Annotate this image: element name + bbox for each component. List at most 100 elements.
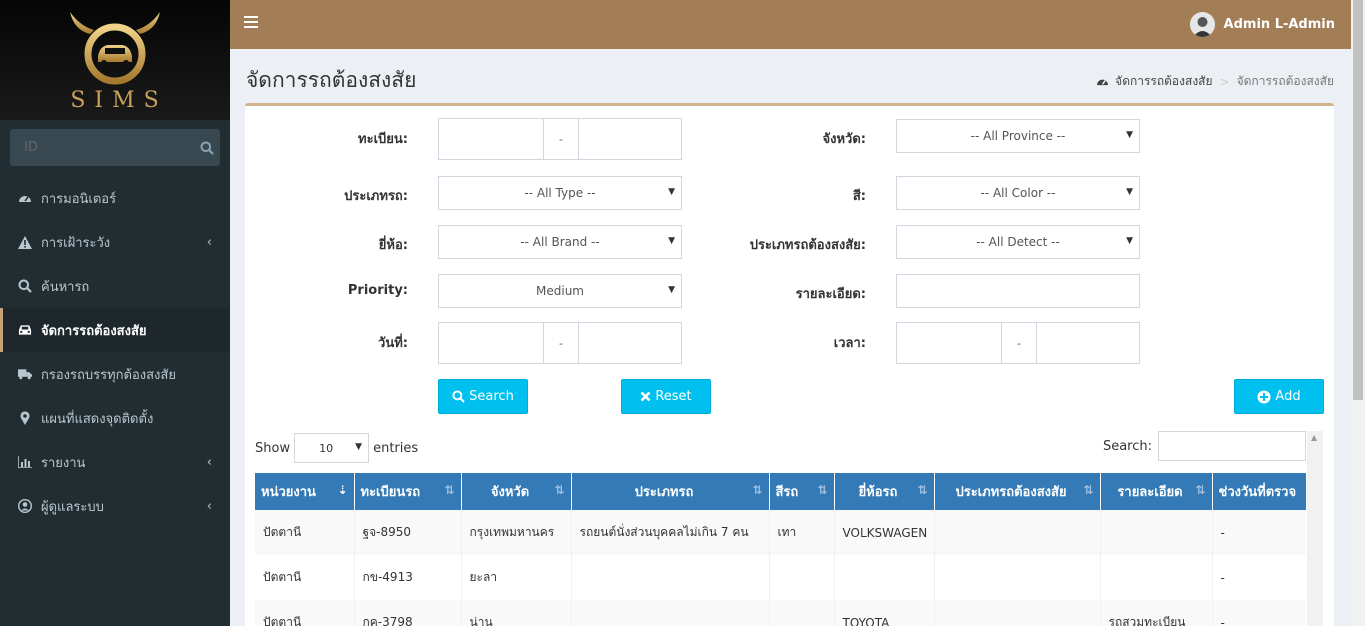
column-header[interactable]: จังหวัด ⇅ [461,473,572,510]
sort-icon: ⇅ [1083,483,1094,497]
entries-select[interactable]: 10 ▼ [294,433,370,463]
menu-toggle-icon[interactable] [244,16,258,30]
sidebar-item-monitor[interactable]: การมอนิเตอร์ [0,176,230,220]
sort-icon: ⇅ [444,483,455,497]
user-menu[interactable]: Admin L-Admin [1189,12,1335,37]
plate-prefix-input[interactable] [438,118,544,160]
caret-down-icon: ▼ [1126,130,1133,140]
sidebar-item-label: รายงาน [41,455,86,471]
sort-icon: ⇅ [817,483,828,497]
bar-chart-icon [18,455,32,469]
column-header-label: สีรถ [775,485,799,500]
search-icon [18,279,32,293]
table-search-input[interactable] [1158,431,1306,461]
page-scrollbar[interactable] [1351,0,1365,626]
column-header[interactable]: ประเภทรถ ⇅ [571,473,770,510]
type-value: -- All Type -- [524,186,596,200]
column-header[interactable]: หน่วยงาน ⇣ [255,473,355,510]
table-cell [571,600,770,626]
sidebar-search-input[interactable] [10,129,194,166]
table-cell [571,555,770,600]
column-header[interactable]: ช่วงวันที่ตรวจ [1212,473,1306,510]
table-cell: กรุงเทพมหานคร [461,510,572,555]
sidebar-search-button[interactable] [194,129,220,166]
suspect-car-table: หน่วยงาน ⇣ ทะเบียนรถ ⇅ จังหวัด ⇅ ประเภทรถ ⇅ … [255,473,1306,626]
table-cell: TOYOTA [834,600,935,626]
province-value: -- All Province -- [970,129,1066,143]
page-title: จัดการรถต้องสงสัย [246,68,417,92]
sort-icon: ⇅ [917,483,928,497]
table-row[interactable]: ปัตตานี ฐจ-8950 กรุงเทพมหานคร รถยนต์นั่ง… [255,510,1306,555]
type-select[interactable]: -- All Type -- ▼ [438,176,682,210]
detail-input[interactable] [896,274,1140,308]
dashboard-icon [18,191,32,205]
range-separator: - [544,118,578,160]
column-header-label: ทะเบียนรถ [360,485,421,500]
table-cell [934,555,1101,600]
plus-circle-icon [1257,390,1271,404]
table-cell: กข-4913 [354,555,462,600]
sidebar-item-label: การเฝ้าระวัง [41,235,111,251]
column-header[interactable]: ยี่ห้อรถ ⇅ [834,473,935,510]
sort-icon: ⇅ [554,483,565,497]
table-scrollbar[interactable]: ▲ [1307,431,1323,626]
detect-select[interactable]: -- All Detect -- ▼ [896,225,1140,259]
scroll-up-icon[interactable]: ▲ [1311,433,1317,442]
color-select[interactable]: -- All Color -- ▼ [896,176,1140,210]
time-to-input[interactable] [1036,322,1140,364]
time-from-input[interactable] [896,322,1002,364]
sidebar-item-map[interactable]: แผนที่แสดงจุดติดตั้ง [0,396,230,440]
avatar [1189,12,1215,37]
date-to-input[interactable] [578,322,682,364]
sidebar-item-report[interactable]: รายงาน ‹ [0,440,230,484]
priority-select[interactable]: Medium ▼ [438,274,682,308]
detail-label: รายละเอียด: [795,287,866,302]
table-cell: ยะลา [461,555,572,600]
breadcrumb-link[interactable]: จัดการรถต้องสงสัย [1115,72,1212,91]
add-button[interactable]: Add [1234,379,1324,414]
search-button[interactable]: Search [438,379,528,414]
caret-down-icon: ▼ [1126,187,1133,197]
show-label: Show [255,440,291,456]
date-range: - [438,322,682,364]
sidebar-menu: การมอนิเตอร์ การเฝ้าระวัง ‹ ค้นหารถ จัดก… [0,176,230,528]
date-from-input[interactable] [438,322,544,364]
column-header-label: ประเภทรถ [634,485,694,500]
column-header[interactable]: รายละเอียด ⇅ [1100,473,1213,510]
range-separator: - [544,322,578,364]
table-cell [769,600,835,626]
show-entries: Show 10 ▼ entries [255,433,418,463]
column-header[interactable]: ทะเบียนรถ ⇅ [354,473,462,510]
search-icon [452,390,465,403]
brand-select[interactable]: -- All Brand -- ▼ [438,225,682,259]
caret-down-icon: ▼ [668,236,675,246]
car-icon [18,323,32,337]
column-header-label: ยี่ห้อรถ [858,485,898,500]
column-header[interactable]: ประเภทรถต้องสงสัย ⇅ [934,473,1101,510]
plate-number-input[interactable] [578,118,682,160]
logo[interactable]: SIMS [0,0,230,120]
chevron-left-icon: ‹ [206,499,212,514]
table-cell [1100,510,1213,555]
sidebar: SIMS การมอนิเตอร์ การเฝ้าระวัง ‹ ค้นหารถ… [0,0,230,626]
top-header: Admin L-Admin [230,0,1351,49]
color-label: สี: [852,189,866,204]
province-select[interactable]: -- All Province -- ▼ [896,119,1140,153]
caret-down-icon: ▼ [668,187,675,197]
sidebar-item-surveillance[interactable]: การเฝ้าระวัง ‹ [0,220,230,264]
sidebar-item-admin[interactable]: ผู้ดูแลระบบ ‹ [0,484,230,528]
search-button-label: Search [469,389,514,404]
user-name: Admin L-Admin [1223,17,1335,32]
sidebar-item-manage-suspect[interactable]: จัดการรถต้องสงสัย [0,308,230,352]
sidebar-item-search-car[interactable]: ค้นหารถ [0,264,230,308]
table-row[interactable]: ปัตตานี กค-3798 น่าน TOYOTA รถสวมทะเบียน… [255,600,1306,626]
table-row[interactable]: ปัตตานี กข-4913 ยะลา - [255,555,1306,600]
table-cell: ฐจ-8950 [354,510,462,555]
reset-button[interactable]: Reset [621,379,711,414]
sidebar-item-label: แผนที่แสดงจุดติดตั้ง [41,411,154,427]
priority-label: Priority: [347,283,408,298]
column-header[interactable]: สีรถ ⇅ [769,473,835,510]
sidebar-item-filter-truck[interactable]: กรองรถบรรทุกต้องสงสัย [0,352,230,396]
table-search: Search: [1103,431,1306,461]
scrollbar-thumb[interactable] [1353,0,1363,400]
